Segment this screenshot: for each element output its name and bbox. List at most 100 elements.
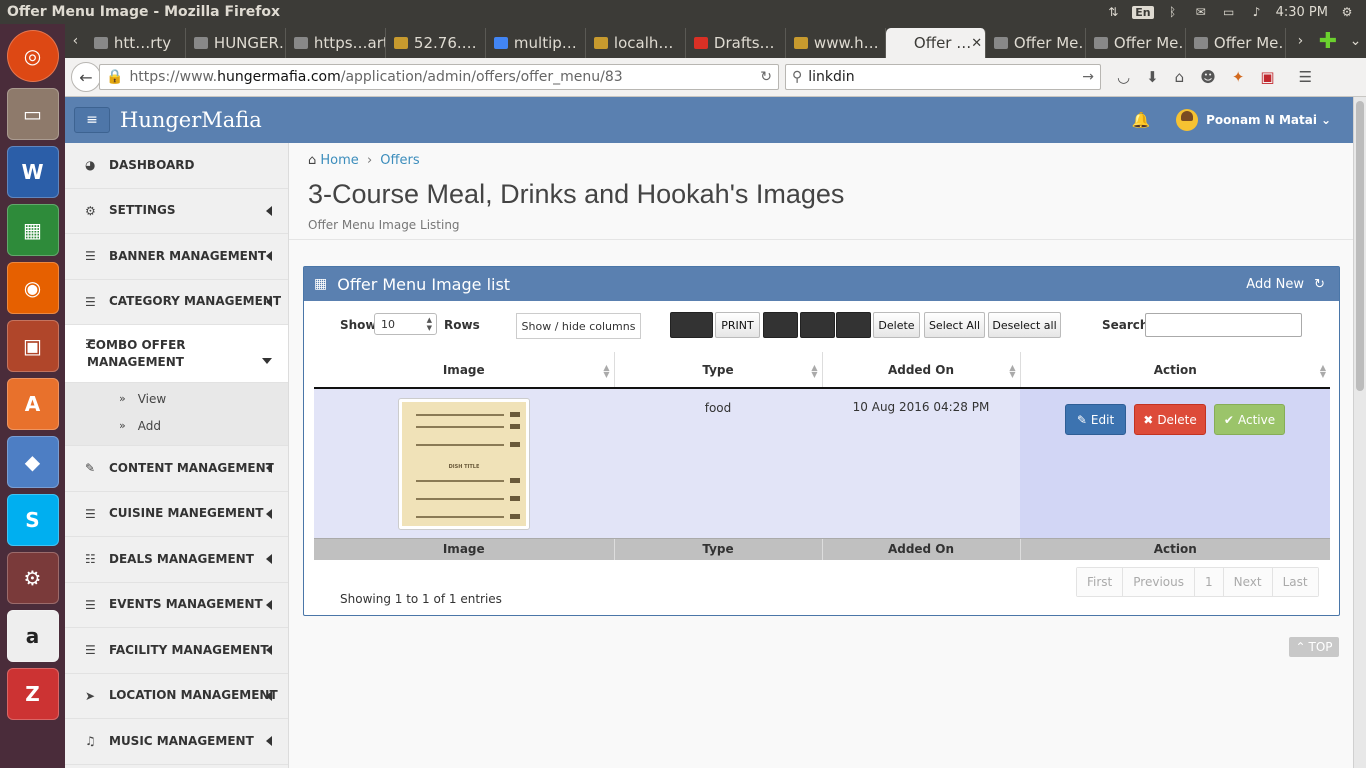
hamburger-menu-icon[interactable]: ☰ xyxy=(1299,68,1312,86)
tab-list-chevron-icon[interactable]: ⌄ xyxy=(1345,24,1366,58)
power-gear-icon[interactable]: ⚙ xyxy=(1338,5,1356,19)
delete-button[interactable]: ✖ Delete xyxy=(1134,404,1206,435)
sidebar-item-events-management[interactable]: ☰ EVENTS MANAGEMENT xyxy=(65,583,288,628)
system-settings-icon[interactable]: ⚙ xyxy=(6,552,59,604)
bell-icon[interactable]: 🔔 xyxy=(1131,111,1150,129)
browser-tab[interactable]: www.h… xyxy=(786,28,886,58)
breadcrumb-current[interactable]: Offers xyxy=(380,153,419,168)
browser-tab[interactable]: Offer Me… xyxy=(1186,28,1286,58)
libreoffice-calc-icon[interactable]: ▦ xyxy=(6,204,59,256)
search-go-arrow-icon[interactable]: → xyxy=(1082,69,1094,85)
chevron-down-icon[interactable]: ⌄ xyxy=(1321,113,1331,127)
sidebar-item-content-management[interactable]: ✎ CONTENT MANAGEMENT xyxy=(65,446,288,492)
brand-logo[interactable]: HungerMafia xyxy=(120,108,262,132)
sidebar-item-facility-management[interactable]: ☰ FACILITY MANAGEMENT xyxy=(65,628,288,674)
table-row[interactable]: DISH TITLE food 10 Aug 2016 04:28 PM ✎ E… xyxy=(314,388,1330,538)
ubuntu-dash-icon[interactable]: ◎ xyxy=(6,30,59,82)
pager-page-1[interactable]: 1 xyxy=(1194,568,1224,596)
sidebar-item-dashboard[interactable]: ◕ DASHBOARD xyxy=(65,143,288,189)
column-header-type[interactable]: Type ▲ ▼ xyxy=(613,352,822,389)
new-tab-plus-icon[interactable]: ✚ xyxy=(1311,24,1345,58)
extension-red-icon[interactable]: ▣ xyxy=(1260,68,1274,86)
browser-tab[interactable]: Offer … ✕ xyxy=(885,28,986,58)
tab-close-icon[interactable]: ✕ xyxy=(971,36,982,51)
sidebar-item-settings[interactable]: ⚙ SETTINGS xyxy=(65,189,288,234)
sidebar-item-combo-offer-management[interactable]: ☰ COMBO OFFER MANAGEMENT xyxy=(65,325,288,383)
excel-button[interactable] xyxy=(800,312,835,338)
sidebar-item-cuisine-manegement[interactable]: ☰ CUISINE MANEGEMENT xyxy=(65,492,288,537)
rows-per-page-stepper[interactable]: 10 ▲ ▼ xyxy=(374,313,437,335)
pager-previous[interactable]: Previous xyxy=(1123,568,1195,596)
clock[interactable]: 4:30 PM xyxy=(1276,5,1328,20)
avatar[interactable] xyxy=(1176,109,1199,131)
sidebar-item-location-management[interactable]: ➤ LOCATION MANAGEMENT xyxy=(65,674,288,719)
firefox-icon[interactable]: ◉ xyxy=(6,262,59,314)
scrollbar-thumb[interactable] xyxy=(1356,101,1364,391)
edit-button[interactable]: ✎ Edit xyxy=(1065,404,1126,435)
secure-lock-icon[interactable]: 🔒 xyxy=(106,69,123,85)
sidebar-toggle-icon[interactable]: ≡ xyxy=(74,107,110,133)
browser-tab[interactable]: HUNGER… xyxy=(186,28,286,58)
reload-icon[interactable]: ↻ xyxy=(760,69,772,85)
browser-tab[interactable]: Offer Me… xyxy=(986,28,1086,58)
chat-icon[interactable]: ☻ xyxy=(1200,68,1216,86)
download-icon[interactable]: ⬇ xyxy=(1146,68,1159,86)
software-center-icon[interactable]: A xyxy=(6,378,59,430)
browser-tab[interactable]: https…arty xyxy=(286,28,386,58)
keyboard-language-indicator[interactable]: En xyxy=(1132,5,1154,19)
network-updown-icon[interactable]: ⇅ xyxy=(1104,5,1122,19)
skype-icon[interactable]: S xyxy=(6,494,59,546)
virtualbox-icon[interactable]: ◆ xyxy=(6,436,59,488)
pocket-icon[interactable]: ◡ xyxy=(1117,68,1130,86)
browser-tab[interactable]: htt…rty xyxy=(86,28,186,58)
bluetooth-icon[interactable]: ᛒ xyxy=(1164,5,1182,19)
table-search-input[interactable] xyxy=(1145,313,1302,337)
back-arrow-icon[interactable]: ← xyxy=(71,62,101,92)
pdf-button[interactable] xyxy=(836,312,871,338)
browser-tab[interactable]: Drafts… xyxy=(686,28,786,58)
pager-next[interactable]: Next xyxy=(1223,568,1273,596)
delete-selected-button[interactable]: Delete xyxy=(873,312,920,338)
volume-icon[interactable]: ♪ xyxy=(1248,5,1266,19)
extension-icon[interactable]: ✦ xyxy=(1232,68,1245,86)
libreoffice-impress-icon[interactable]: ▣ xyxy=(6,320,59,372)
copy-button[interactable] xyxy=(670,312,713,338)
column-header-image[interactable]: Image ▲ ▼ xyxy=(314,352,614,389)
mail-icon[interactable]: ✉ xyxy=(1192,5,1210,19)
column-header-added-on[interactable]: Added On ▲ ▼ xyxy=(821,352,1020,389)
pager-first[interactable]: First xyxy=(1077,568,1124,596)
active-button[interactable]: ✔ Active xyxy=(1214,404,1285,435)
tab-scroll-left-icon[interactable]: ‹ xyxy=(65,24,86,58)
deselect-all-button[interactable]: Deselect all xyxy=(988,312,1061,338)
browser-tab[interactable]: localh… xyxy=(586,28,686,58)
battery-icon[interactable]: ▭ xyxy=(1220,5,1238,19)
libreoffice-writer-icon[interactable]: W xyxy=(6,146,59,198)
refresh-icon[interactable]: ↻ xyxy=(1314,277,1325,292)
sidebar-item-banner-management[interactable]: ☰ BANNER MANAGEMENT xyxy=(65,234,288,280)
amazon-icon[interactable]: a xyxy=(6,610,59,662)
files-icon[interactable]: ▭ xyxy=(6,88,59,140)
url-bar[interactable]: 🔒 https://www. hungermafia.com/applicatio… xyxy=(99,64,779,90)
page-scrollbar[interactable] xyxy=(1353,97,1366,768)
show-hide-columns-button[interactable]: Show / hide columns xyxy=(516,313,641,339)
search-bar[interactable]: ⚲ linkdin → xyxy=(785,64,1101,90)
browser-tab[interactable]: multip… xyxy=(486,28,586,58)
submenu-item-add[interactable]: » Add xyxy=(65,412,288,439)
home-icon[interactable]: ⌂ xyxy=(1175,68,1185,86)
back-to-top-button[interactable]: ⌃ TOP xyxy=(1289,637,1339,657)
filezilla-icon[interactable]: Z xyxy=(6,668,59,720)
column-header-action[interactable]: Action ▲ ▼ xyxy=(1019,352,1330,389)
sidebar-item-music-management[interactable]: ♫ MUSIC MANAGEMENT xyxy=(65,719,288,765)
pager-last[interactable]: Last xyxy=(1272,568,1318,596)
select-all-button[interactable]: Select All xyxy=(924,312,985,338)
browser-tab[interactable]: Offer Me… xyxy=(1086,28,1186,58)
add-new-link[interactable]: Add New ↻ xyxy=(1246,277,1339,292)
tab-scroll-right-icon[interactable]: › xyxy=(1290,24,1311,58)
menu-thumbnail[interactable]: DISH TITLE xyxy=(398,398,530,530)
stepper-arrows-icon[interactable]: ▲ ▼ xyxy=(427,316,432,332)
print-button[interactable]: PRINT xyxy=(715,312,760,338)
breadcrumb-home[interactable]: Home xyxy=(320,153,358,168)
user-menu-name[interactable]: Poonam N Matai xyxy=(1206,113,1317,127)
csv-button[interactable] xyxy=(763,312,798,338)
sidebar-item-category-management[interactable]: ☰ CATEGORY MANAGEMENT xyxy=(65,280,288,325)
